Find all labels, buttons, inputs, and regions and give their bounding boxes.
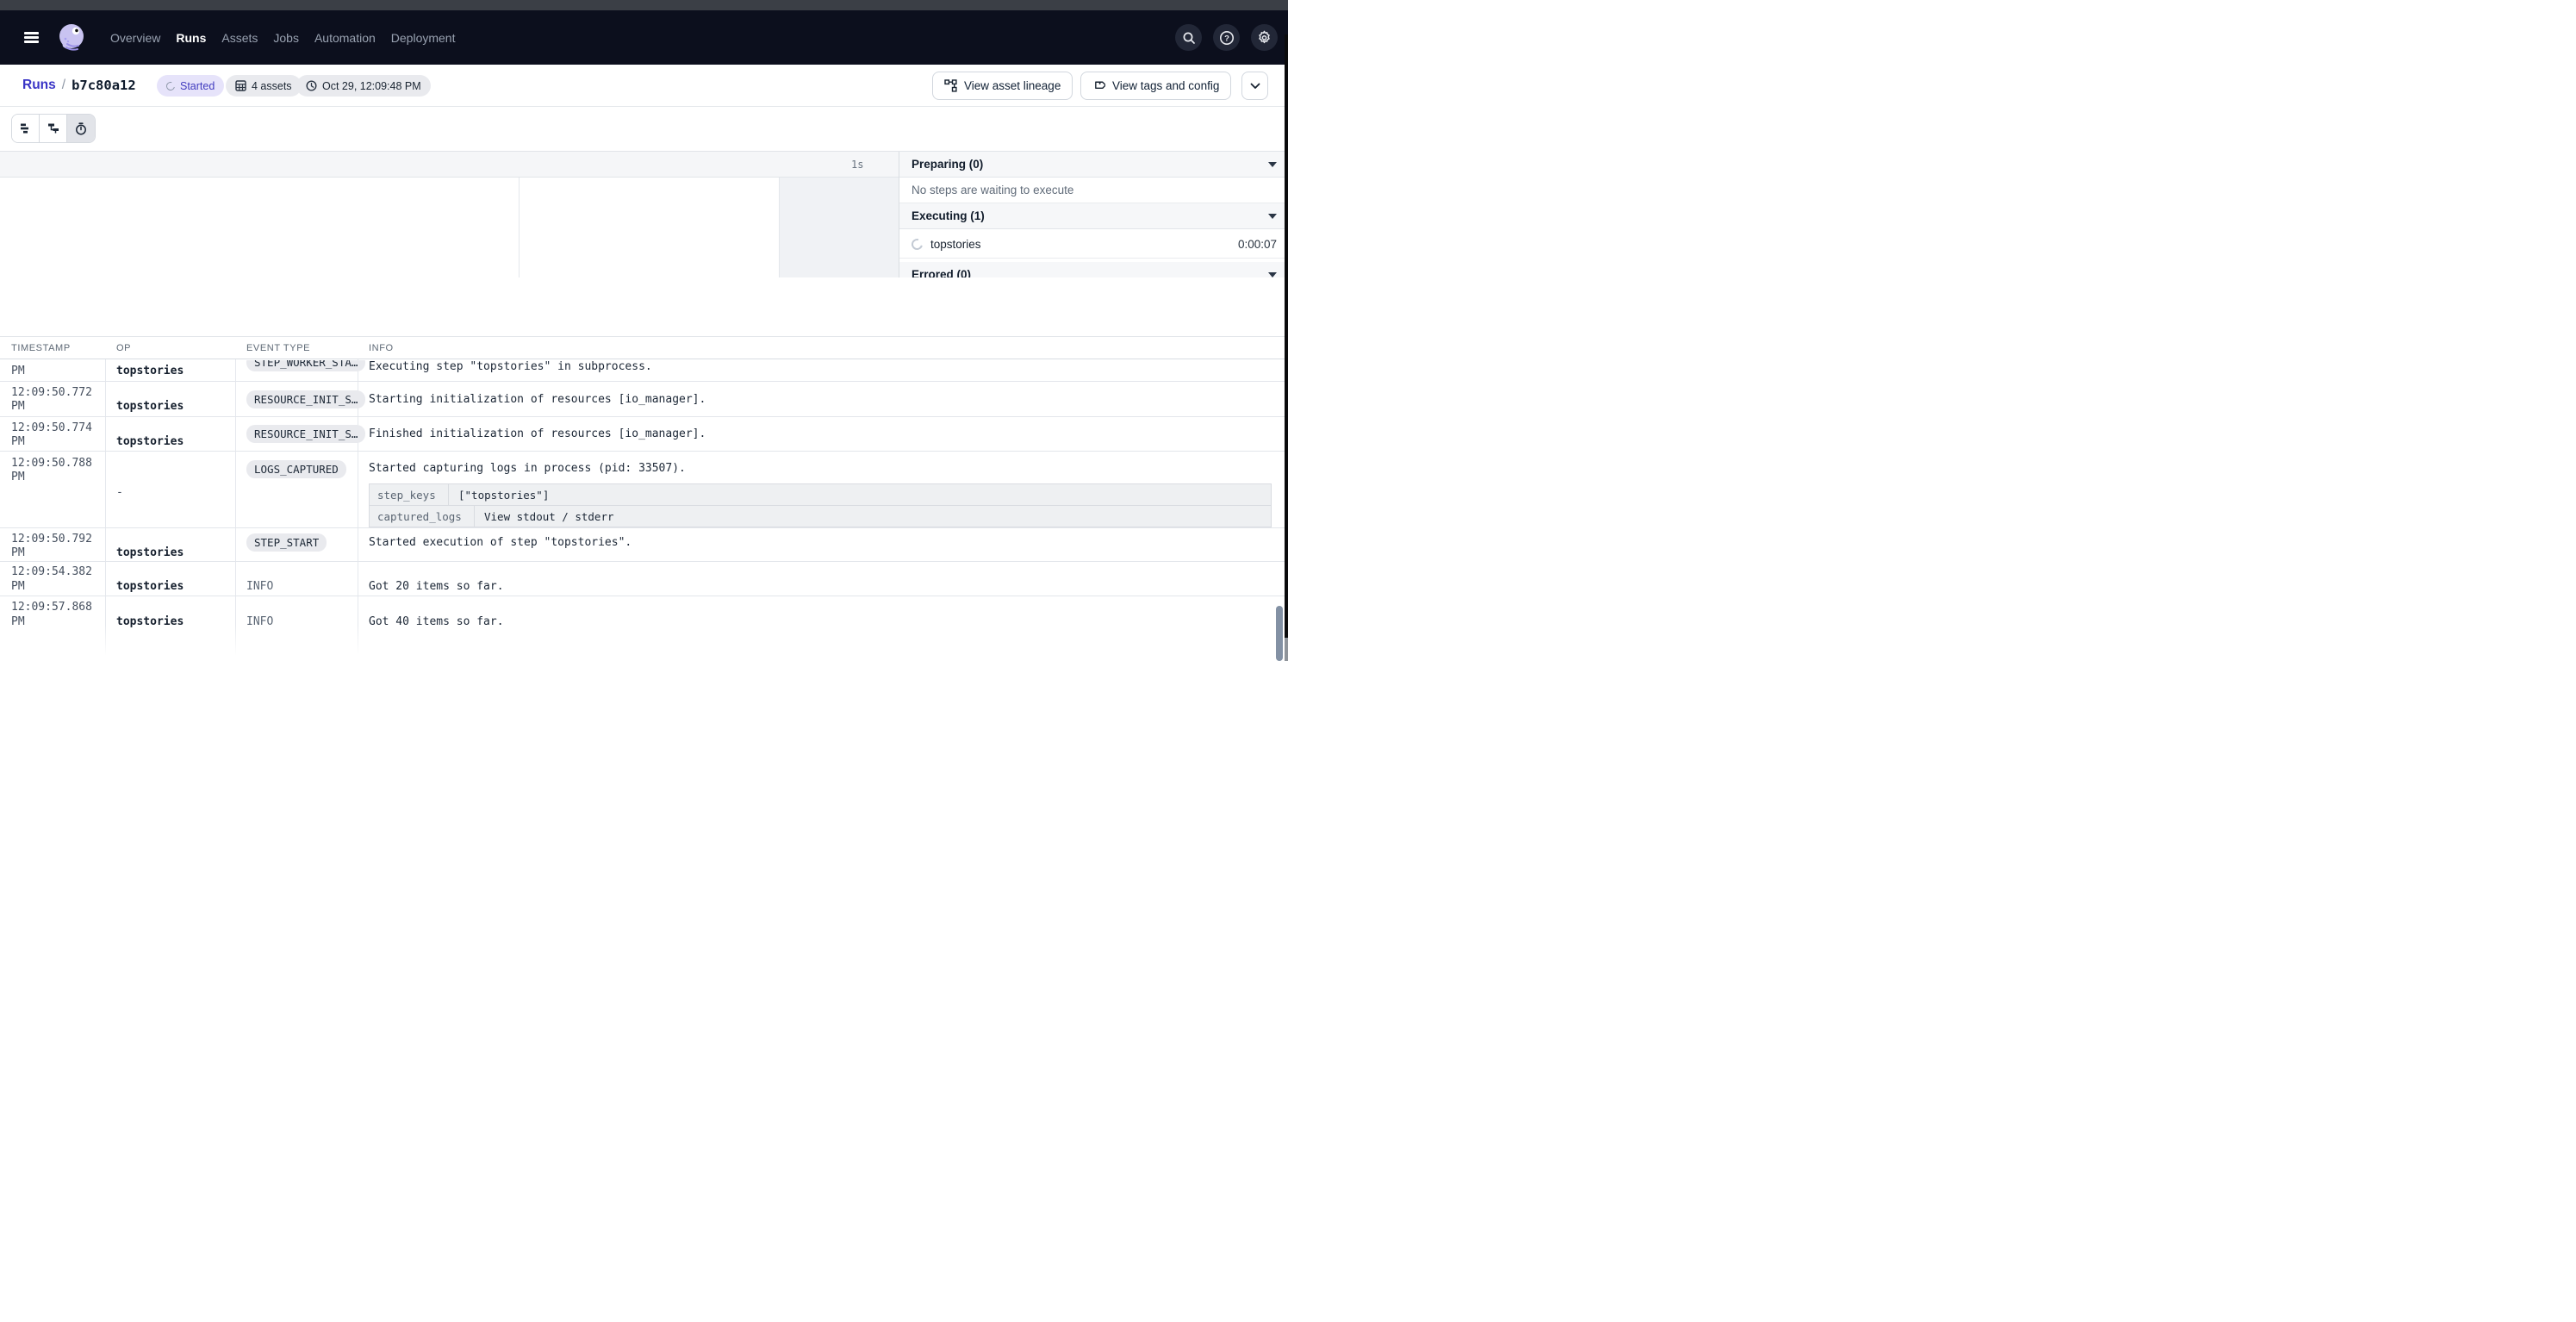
step-spinner-icon <box>910 236 925 252</box>
window-right-edge-footer <box>1285 638 1288 661</box>
nav-item-runs[interactable]: Runs <box>176 31 206 45</box>
window-top-strip <box>0 0 1288 10</box>
event-type-badge: STEP_WORKER_STA… <box>246 360 365 371</box>
log-row[interactable]: 12:09:54.382 PM topstories INFO Got 20 i… <box>0 562 1288 596</box>
tag-icon <box>1092 79 1105 92</box>
help-icon: ? <box>1219 30 1235 46</box>
gantt-gridline <box>519 178 520 277</box>
svg-text:?: ? <box>1224 34 1229 43</box>
nav-item-assets[interactable]: Assets <box>221 31 258 45</box>
flat-view-icon <box>20 122 32 134</box>
chevron-down-icon <box>1250 83 1260 90</box>
col-op: OP <box>116 343 131 353</box>
gantt-view-mode-group <box>11 114 96 143</box>
log-row[interactable]: 12:09:50.772 PM topstories RESOURCE_INIT… <box>0 382 1288 417</box>
chevron-down-icon <box>1268 162 1277 167</box>
log-table-header: TIMESTAMP OP EVENT TYPE INFO <box>0 337 1288 359</box>
gear-icon <box>1257 30 1272 45</box>
chevron-down-icon <box>1268 272 1277 277</box>
gantt-chart: 1s most_frequent_words Hide unselected s… <box>0 152 899 277</box>
dagster-logo <box>55 22 88 54</box>
view-mode-timer-button[interactable] <box>67 115 95 142</box>
panel-section-preparing[interactable]: Preparing (0) <box>899 152 1288 178</box>
window-right-edge <box>1285 34 1288 638</box>
waterfall-view-icon <box>47 122 59 134</box>
hamburger-menu-icon[interactable] <box>24 32 39 43</box>
lineage-icon <box>944 79 957 92</box>
run-status-badge: Started <box>157 75 224 97</box>
event-type-plain: INFO <box>246 615 273 628</box>
event-type-badge: RESOURCE_INIT_S… <box>246 425 365 443</box>
nav-item-automation[interactable]: Automation <box>314 31 376 45</box>
gantt-gridline <box>779 178 780 277</box>
event-type-badge: RESOURCE_INIT_S… <box>246 390 365 408</box>
log-row[interactable]: 12:09:57.868 PM topstories INFO Got 40 i… <box>0 596 1288 661</box>
run-header: Runs / b7c80a12 Started 4 assets Oct 29,… <box>0 65 1288 107</box>
help-button[interactable]: ? <box>1213 24 1240 51</box>
top-nav: Overview Runs Assets Jobs Automation Dep… <box>0 10 1288 65</box>
step-status-panel: Preparing (0) No steps are waiting to ex… <box>899 152 1288 277</box>
asset-grid-icon <box>235 80 246 91</box>
log-row[interactable]: 12:09:50.788 PM - LOGS_CAPTURED Started … <box>0 452 1288 528</box>
stopwatch-icon <box>75 122 87 135</box>
log-events-table: TIMESTAMP OP EVENT TYPE INFO 12:09:50.77… <box>0 336 1288 661</box>
start-time-badge: Oct 29, 12:09:48 PM <box>296 75 431 97</box>
assets-badge[interactable]: 4 assets <box>226 75 302 97</box>
col-timestamp: TIMESTAMP <box>11 343 71 353</box>
search-button[interactable] <box>1175 24 1202 51</box>
nav-item-jobs[interactable]: Jobs <box>273 31 299 45</box>
status-spinner-icon <box>165 80 177 92</box>
metadata-row: step_keys ["topstories"] <box>370 484 1271 506</box>
breadcrumb: Runs / b7c80a12 <box>22 78 136 93</box>
event-type-plain: INFO <box>246 580 273 593</box>
log-row[interactable]: 12:09:50.792 PM topstories STEP_START St… <box>0 528 1288 562</box>
panel-preparing-empty-message: No steps are waiting to execute <box>899 178 1288 203</box>
run-id: b7c80a12 <box>72 78 136 93</box>
log-rows: 12:09:50.770 PM topstories STEP_WORKER_S… <box>0 360 1288 661</box>
gantt-timeline-header: 1s <box>0 152 899 178</box>
event-type-badge: LOGS_CAPTURED <box>246 460 346 478</box>
log-row[interactable]: 12:09:50.774 PM topstories RESOURCE_INIT… <box>0 417 1288 452</box>
chevron-down-icon <box>1268 214 1277 219</box>
breadcrumb-runs-link[interactable]: Runs <box>22 78 56 93</box>
view-mode-waterfall-button[interactable] <box>40 115 67 142</box>
search-icon <box>1182 31 1196 45</box>
breadcrumb-separator: / <box>62 78 65 93</box>
metadata-row[interactable]: captured_logs View stdout / stderr <box>370 506 1271 527</box>
log-row[interactable]: 12:09:50.770 PM topstories STEP_WORKER_S… <box>0 360 1288 382</box>
logs-toolbar: Events stdout stderr Levels (5/6) <box>0 277 1288 336</box>
run-actions-dropdown-button[interactable] <box>1241 72 1268 100</box>
panel-section-errored[interactable]: Errored (0) <box>899 262 1288 277</box>
view-tags-config-button[interactable]: View tags and config <box>1080 72 1231 100</box>
timeline-tick-label: 1s <box>851 159 863 171</box>
dagster-run-page: Overview Runs Assets Jobs Automation Dep… <box>0 0 1288 661</box>
panel-section-executing[interactable]: Executing (1) <box>899 203 1288 229</box>
view-asset-lineage-button[interactable]: View asset lineage <box>932 72 1073 100</box>
settings-button[interactable] <box>1251 24 1278 51</box>
clock-icon <box>306 80 317 91</box>
event-metadata-table: step_keys ["topstories"] captured_logs V… <box>369 483 1272 527</box>
col-info: INFO <box>369 343 394 353</box>
view-mode-flat-button[interactable] <box>12 115 40 142</box>
gantt-future-shade <box>779 178 899 277</box>
event-type-badge: STEP_START <box>246 533 327 552</box>
panel-executing-step-row[interactable]: topstories 0:00:07 <box>899 230 1288 259</box>
nav-icon-buttons: ? <box>1175 24 1278 51</box>
nav-links: Overview Runs Assets Jobs Automation Dep… <box>110 10 455 65</box>
run-toolbar: Hide not started steps Re-execute all (*… <box>0 107 1288 152</box>
vertical-scrollbar-thumb[interactable] <box>1276 606 1283 661</box>
nav-item-deployment[interactable]: Deployment <box>391 31 456 45</box>
col-event-type: EVENT TYPE <box>246 343 310 353</box>
nav-item-overview[interactable]: Overview <box>110 31 160 45</box>
